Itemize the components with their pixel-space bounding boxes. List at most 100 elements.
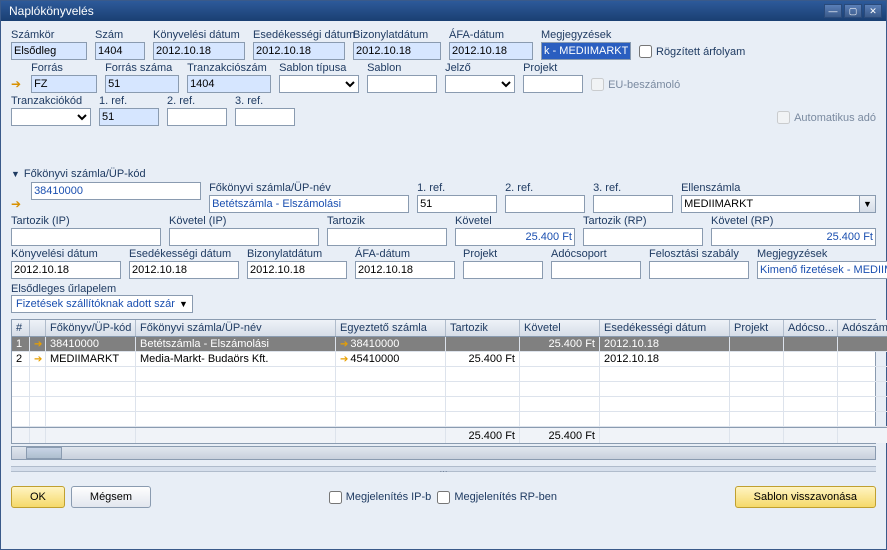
input-afa[interactable] <box>449 42 533 60</box>
input-m-prj[interactable] <box>463 261 543 279</box>
table-row[interactable] <box>12 412 887 427</box>
input-tart[interactable] <box>327 228 447 246</box>
input-m-esed[interactable] <box>129 261 239 279</box>
dropdown-button[interactable]: ▼ <box>860 195 876 213</box>
link-elsod-text: Fizetések szállítóknak adott szár <box>16 298 175 310</box>
input-m-biz[interactable] <box>247 261 347 279</box>
table-cell <box>446 337 520 351</box>
label-tranz-szam: Tranzakciószám <box>187 62 271 74</box>
input-tart-rp[interactable] <box>583 228 703 246</box>
label-forras: Forrás <box>31 62 97 74</box>
table-row[interactable] <box>12 367 887 382</box>
table-cell <box>838 412 887 426</box>
splitter[interactable]: ⋯ <box>11 466 876 472</box>
label-ref2: 2. ref. <box>167 95 227 107</box>
maximize-button[interactable]: ▢ <box>844 4 862 18</box>
table-cell: 1 <box>12 337 30 351</box>
table-cell: 38410000 <box>46 337 136 351</box>
table-cell: 2012.10.18 <box>600 352 730 366</box>
input-fk-kod[interactable] <box>31 182 201 200</box>
input-kov-rp[interactable] <box>711 228 876 246</box>
table-row[interactable] <box>12 397 887 412</box>
cancel-button[interactable]: Mégsem <box>71 486 151 508</box>
table-cell: 25.400 Ft <box>446 352 520 366</box>
th-ado[interactable]: Adócso... <box>784 320 838 336</box>
th-kov[interactable]: Követel <box>520 320 600 336</box>
close-button[interactable]: ✕ <box>864 4 882 18</box>
input-m-ref2[interactable] <box>505 195 585 213</box>
table-row[interactable]: 1➔38410000Betétszámla - Elszámolási➔3841… <box>12 337 887 352</box>
input-forras-szam[interactable] <box>105 75 179 93</box>
input-m-megj[interactable] <box>757 261 887 279</box>
table-row[interactable]: 2➔MEDIIMARKTMedia-Markt- Budaörs Kft.➔45… <box>12 352 887 367</box>
select-jelzo[interactable] <box>445 75 515 93</box>
select-sablon-tipus[interactable] <box>279 75 359 93</box>
footer-kov: 25.400 Ft <box>520 428 600 443</box>
input-projekt[interactable] <box>523 75 583 93</box>
input-kov-ip[interactable] <box>169 228 319 246</box>
label-auto-ado: Automatikus adó <box>794 112 876 124</box>
input-m-konyv[interactable] <box>11 261 121 279</box>
input-megj[interactable] <box>541 42 631 60</box>
chk-rogzitett[interactable] <box>639 45 652 58</box>
input-feloszt[interactable] <box>649 261 749 279</box>
section-fk[interactable]: ▼ Főkönyvi számla/ÜP-kód <box>11 168 876 180</box>
ok-button[interactable]: OK <box>11 486 65 508</box>
window: Naplókönyvelés — ▢ ✕ Számkör Szám Könyve… <box>0 0 887 550</box>
minimize-button[interactable]: — <box>824 4 842 18</box>
label-afa: ÁFA-dátum <box>449 29 533 41</box>
table-cell: 2 <box>12 352 30 366</box>
input-sablon[interactable] <box>367 75 437 93</box>
input-tranz-szam[interactable] <box>187 75 271 93</box>
link-elsod[interactable]: Fizetések szállítóknak adott szár ▼ <box>11 295 193 313</box>
table-cell <box>46 412 136 426</box>
table-cell <box>336 367 446 381</box>
table-cell <box>600 412 730 426</box>
input-ellen[interactable] <box>681 195 860 213</box>
th-idx[interactable]: # <box>12 320 30 336</box>
input-ref2[interactable] <box>167 108 227 126</box>
input-m-afa[interactable] <box>355 261 455 279</box>
table-cell <box>784 382 838 396</box>
table-row[interactable] <box>12 382 887 397</box>
th-fk-kod[interactable]: Főkönyv/ÜP-kód <box>46 320 136 336</box>
input-konyv-datum[interactable] <box>153 42 245 60</box>
th-egy[interactable]: Egyeztető számla <box>336 320 446 336</box>
th-adsz[interactable]: Adószám <box>838 320 887 336</box>
scroll-thumb[interactable] <box>26 447 62 459</box>
input-esed-datum[interactable] <box>253 42 345 60</box>
label-esed-datum: Esedékességi dátum <box>253 29 345 41</box>
input-m-ref1[interactable] <box>417 195 497 213</box>
input-m-ref3[interactable] <box>593 195 673 213</box>
input-adocs[interactable] <box>551 261 641 279</box>
table-cell <box>136 367 336 381</box>
table-cell <box>30 397 46 411</box>
hscrollbar[interactable] <box>11 446 876 460</box>
input-tart-ip[interactable] <box>11 228 161 246</box>
table-cell: 25.400 Ft <box>520 337 600 351</box>
th-esed[interactable]: Esedékességi dátum <box>600 320 730 336</box>
input-kov[interactable] <box>455 228 575 246</box>
input-ref3[interactable] <box>235 108 295 126</box>
label-m-biz: Bizonylatdátum <box>247 248 347 260</box>
input-forras[interactable] <box>31 75 97 93</box>
table-cell: Media-Markt- Budaörs Kft. <box>136 352 336 366</box>
table-cell <box>730 412 784 426</box>
th-tart[interactable]: Tartozik <box>446 320 520 336</box>
input-szam[interactable] <box>95 42 145 60</box>
input-bizonylat[interactable] <box>353 42 441 60</box>
select-tranz-kod[interactable] <box>11 108 91 126</box>
input-ref1[interactable] <box>99 108 159 126</box>
chk-megj-rp[interactable] <box>437 491 450 504</box>
label-m-ref2: 2. ref. <box>505 182 585 194</box>
bottom-bar: OK Mégsem Megjelenítés IP-b Megjelenítés… <box>1 480 886 514</box>
table-cell <box>336 412 446 426</box>
sablon-button[interactable]: Sablon visszavonása <box>735 486 876 508</box>
label-tart: Tartozik <box>327 215 447 227</box>
th-fk-nev[interactable]: Főkönyvi számla/ÜP-név <box>136 320 336 336</box>
arrow-icon: ➔ <box>11 77 21 93</box>
input-fk-nev[interactable] <box>209 195 409 213</box>
input-szamkor[interactable] <box>11 42 87 60</box>
th-prj[interactable]: Projekt <box>730 320 784 336</box>
chk-megj-ip[interactable] <box>329 491 342 504</box>
